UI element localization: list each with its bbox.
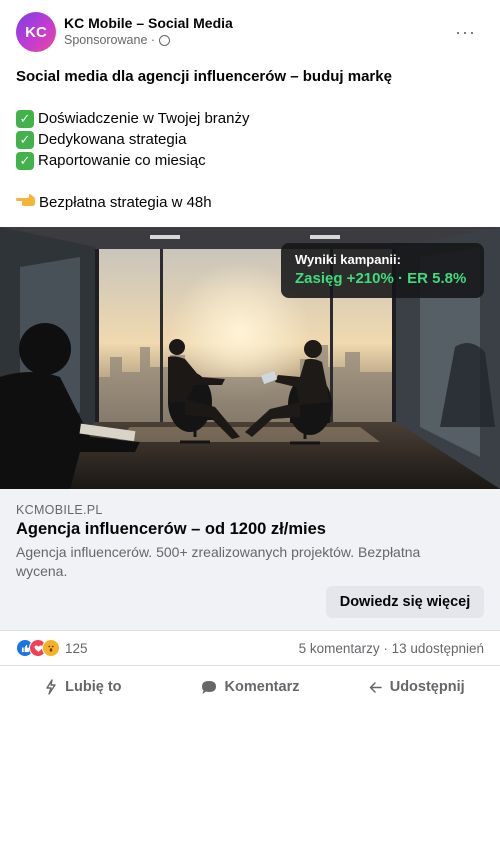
check-item: ✓ Doświadczenie w Twojej branży	[16, 108, 484, 129]
page-name[interactable]: KC Mobile – Social Media	[64, 15, 233, 31]
more-options-button[interactable]: ···	[455, 22, 476, 42]
sponsored-label[interactable]: Sponsorowane ·	[64, 33, 155, 47]
learn-more-button[interactable]: Dowiedz się więcej	[326, 586, 484, 618]
post-headline: Social media dla agencji influencerów – …	[16, 68, 392, 85]
overlay-metrics: Zasięg +210% · ER 5.8%	[295, 270, 467, 287]
link-description: Agencja influencerów. 500+ zrealizowanyc…	[16, 544, 421, 579]
comment-label: Komentarz	[224, 679, 300, 695]
check-icon: ✓	[16, 151, 34, 170]
wow-icon	[42, 639, 60, 657]
post-header: KC KC Mobile – Social Media Sponsorowane…	[16, 12, 484, 52]
action-bar: Lubię to Komentarz Udostępnij	[0, 668, 500, 706]
comments-shares-count[interactable]: 5 komentarzy · 13 udostępnień	[299, 641, 484, 656]
link-preview[interactable]: KCMOBILE.PL Agencja influencerów – od 12…	[0, 489, 500, 630]
pointing-hand-icon	[16, 192, 36, 213]
share-icon	[369, 681, 382, 694]
share-label: Udostępnij	[389, 679, 465, 695]
reaction-count: 125	[65, 640, 88, 656]
like-outline-icon	[45, 679, 57, 695]
post-text: Social media dla agencji influencerów – …	[16, 66, 484, 213]
like-button[interactable]: Lubię to	[0, 668, 167, 706]
check-item-text: Raportowanie co miesiąc	[38, 152, 206, 169]
globe-icon	[159, 34, 171, 46]
cta-text: Bezpłatna strategia w 48h	[39, 194, 212, 211]
reactions-bar: 125 5 komentarzy · 13 udostępnień	[16, 631, 484, 665]
divider	[0, 665, 500, 666]
post-meta: Sponsorowane ·	[64, 33, 171, 47]
link-title[interactable]: Agencja influencerów – od 1200 zł/mies	[16, 520, 326, 539]
overlay-title: Wyniki kampanii:	[295, 252, 401, 267]
comment-button[interactable]: Komentarz	[167, 668, 334, 706]
check-icon: ✓	[16, 109, 34, 128]
reaction-summary[interactable]: 125	[16, 639, 88, 657]
comment-icon	[201, 680, 217, 695]
check-item: ✓ Dedykowana strategia	[16, 129, 484, 150]
cta-line: Bezpłatna strategia w 48h	[16, 192, 484, 213]
check-item-text: Dedykowana strategia	[38, 131, 187, 148]
share-button[interactable]: Udostępnij	[333, 668, 500, 706]
avatar[interactable]: KC	[16, 12, 56, 52]
check-item-text: Doświadczenie w Twojej branży	[38, 110, 250, 127]
check-item: ✓ Raportowanie co miesiąc	[16, 150, 484, 171]
like-label: Lubię to	[65, 679, 122, 695]
campaign-results-overlay: Wyniki kampanii: Zasięg +210% · ER 5.8%	[281, 243, 484, 298]
check-icon: ✓	[16, 130, 34, 149]
link-domain: KCMOBILE.PL	[16, 503, 103, 517]
sponsored-post-card: KC KC Mobile – Social Media Sponsorowane…	[0, 0, 500, 852]
